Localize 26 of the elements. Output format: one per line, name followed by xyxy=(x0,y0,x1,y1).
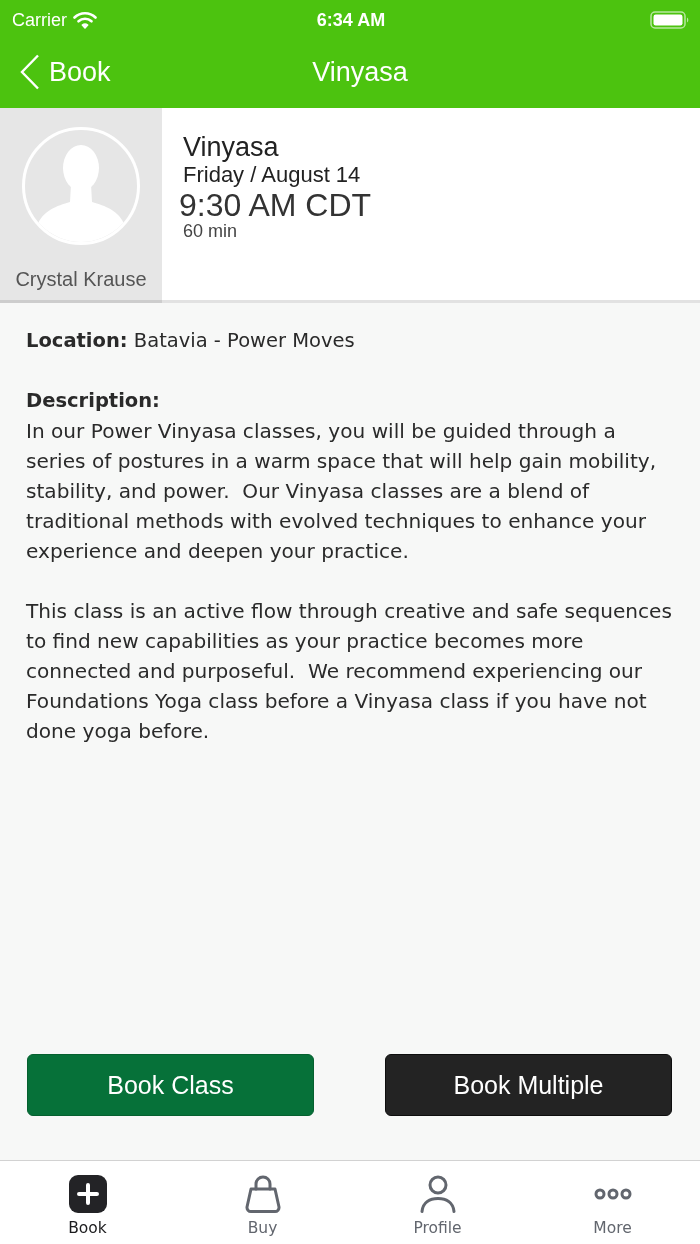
class-duration: 60 min xyxy=(183,221,238,241)
carrier-label: Carrier xyxy=(12,9,67,31)
tab-bar-item[interactable]: Buy xyxy=(175,1161,350,1244)
book-multiple-button[interactable]: Book Multiple xyxy=(385,1054,672,1116)
battery-icon xyxy=(650,11,690,29)
location-text: Location: Batavia - Power Moves xyxy=(26,328,356,354)
chevron-left-icon xyxy=(20,54,40,90)
nav-title: Vinyasa xyxy=(312,56,408,88)
avatar-silhouette-icon xyxy=(21,126,141,246)
description-label: Description: xyxy=(26,388,161,414)
tab-bar-item[interactable]: More xyxy=(525,1161,700,1244)
tab-bar-item[interactable]: Book xyxy=(0,1161,175,1244)
tab-bar-item[interactable]: Profile xyxy=(350,1161,525,1244)
description-paragraph: In our Power Vinyasa classes, you will be guided through a series of postures in a warm space that will help gain mobility, stability, and power. Our Vinyasa classes are a blend of traditional methods with evolved techniques to enhance your experience and deepen your practice. xyxy=(26,418,658,565)
description-paragraph: This class is an active flow through creative and safe sequences to find new capabilities as your practice becomes more connected and purposeful. We recommend experiencing our Foundations Yoga class before a Vinyasa class if you have not done yoga before. xyxy=(26,598,673,745)
class-name: Vinyasa xyxy=(183,132,279,162)
class-time: 9:30 AM CDT xyxy=(179,187,372,223)
wifi-icon xyxy=(73,11,97,29)
plus-square-icon xyxy=(68,1175,107,1213)
status-time: 6:34 AM xyxy=(316,9,386,31)
person-icon xyxy=(419,1175,456,1213)
class-date: Friday / August 14 xyxy=(183,162,361,187)
more-dots-icon xyxy=(593,1188,632,1200)
shopping-bag-icon xyxy=(244,1175,281,1213)
instructor-name: Crystal Krause xyxy=(15,268,147,291)
book-class-button[interactable]: Book Class xyxy=(27,1054,314,1116)
